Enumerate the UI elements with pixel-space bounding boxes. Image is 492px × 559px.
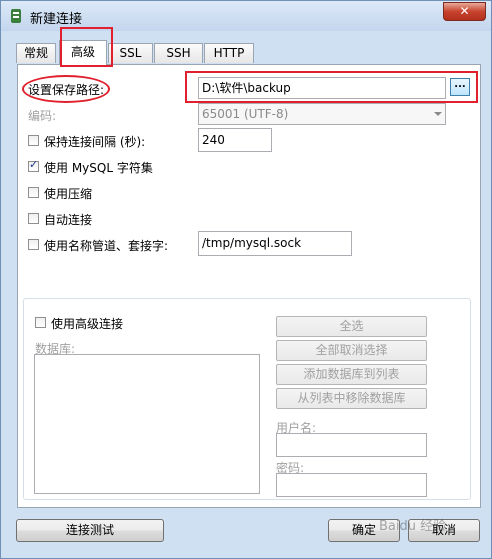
tab-ssh[interactable]: SSH: [154, 43, 203, 63]
save-path-label-highlight: [22, 75, 110, 103]
tab-ssl[interactable]: SSL: [108, 43, 153, 63]
new-connection-dialog: 新建连接 ✕ 常规 高级 SSL SSH HTTP 设置保存路径: D:\软件\…: [0, 0, 492, 559]
test-connection-button[interactable]: 连接测试: [16, 519, 164, 542]
named-pipe-label: 使用名称管道、套接字:: [44, 239, 169, 253]
window-title: 新建连接: [30, 12, 83, 27]
named-pipe-checkbox[interactable]: [28, 239, 39, 250]
remove-database-button[interactable]: 从列表中移除数据库: [276, 388, 427, 409]
username-input[interactable]: [276, 433, 427, 457]
keepalive-input[interactable]: 240: [198, 128, 272, 152]
advanced-connection-label: 使用高级连接: [51, 317, 124, 331]
tab-highlight-annotation: [60, 27, 113, 67]
chevron-down-icon: [434, 112, 442, 116]
advanced-connection-checkbox[interactable]: [35, 317, 46, 328]
mysql-charset-label: 使用 MySQL 字符集: [44, 161, 153, 175]
databases-listbox[interactable]: [34, 354, 260, 494]
select-all-button[interactable]: 全选: [276, 316, 427, 337]
encoding-select[interactable]: 65001 (UTF-8): [198, 103, 446, 125]
compression-checkbox[interactable]: [28, 187, 39, 198]
auto-connect-checkbox[interactable]: [28, 213, 39, 224]
tab-general[interactable]: 常规: [16, 43, 56, 63]
named-pipe-input[interactable]: /tmp/mysql.sock: [198, 231, 352, 256]
auto-connect-label: 自动连接: [44, 213, 93, 227]
password-input[interactable]: [276, 473, 427, 497]
save-path-highlight: [185, 71, 478, 103]
close-button[interactable]: ✕: [443, 2, 486, 21]
deselect-all-button[interactable]: 全部取消选择: [276, 340, 427, 361]
encoding-value: 65001 (UTF-8): [202, 107, 289, 121]
keepalive-label: 保持连接间隔 (秒):: [44, 135, 146, 149]
navicat-app-icon: [11, 9, 21, 23]
compression-label: 使用压缩: [44, 187, 93, 201]
mysql-charset-checkbox[interactable]: [28, 158, 39, 172]
encoding-label: 编码:: [28, 109, 57, 123]
watermark: Baidu 经验: [379, 519, 447, 534]
keepalive-checkbox[interactable]: [28, 135, 39, 146]
tab-http[interactable]: HTTP: [204, 43, 254, 63]
add-database-button[interactable]: 添加数据库到列表: [276, 364, 427, 385]
